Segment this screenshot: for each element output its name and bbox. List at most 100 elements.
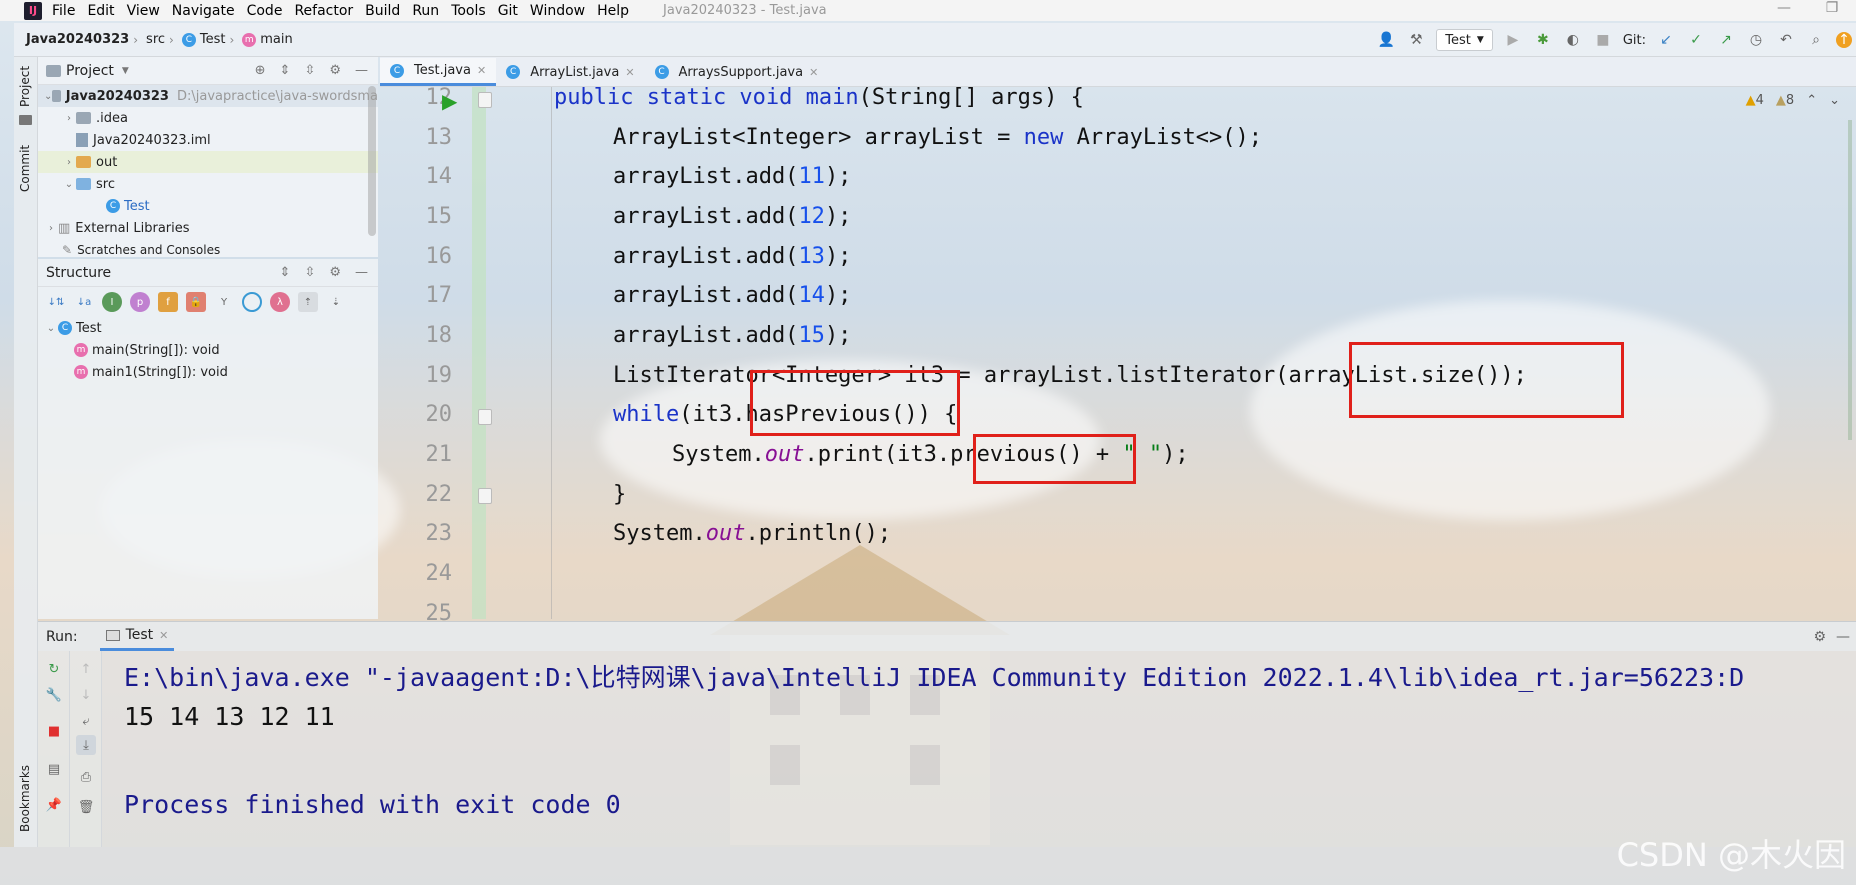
project-strip-tab[interactable]: Project bbox=[18, 66, 32, 107]
menu-edit[interactable]: Edit bbox=[87, 3, 114, 19]
stop-icon[interactable]: ■ bbox=[44, 721, 64, 741]
run-gutter-icon[interactable]: ▶ bbox=[442, 89, 457, 113]
locate-icon[interactable]: ⊕ bbox=[255, 63, 266, 78]
gear-icon[interactable]: ⚙ bbox=[329, 63, 341, 78]
chevron-up-icon[interactable]: ⌃ bbox=[1806, 93, 1817, 108]
warning-count[interactable]: ▲4 bbox=[1746, 93, 1764, 108]
show-anonymous-icon[interactable] bbox=[242, 292, 262, 312]
menu-navigate[interactable]: Navigate bbox=[172, 3, 235, 19]
close-icon[interactable]: ✕ bbox=[809, 66, 818, 79]
autoscroll-from-source-icon[interactable]: ⇣ bbox=[326, 292, 346, 312]
sort-visibility-icon[interactable]: ↓⇅ bbox=[46, 292, 66, 312]
arrow-down-icon[interactable]: ↓ bbox=[76, 685, 96, 705]
rollback-icon[interactable]: ↶ bbox=[1776, 30, 1796, 50]
show-properties-icon[interactable]: p bbox=[130, 292, 150, 312]
hide-icon[interactable]: — bbox=[1836, 629, 1850, 645]
chevron-down-icon[interactable]: ▼ bbox=[122, 66, 129, 76]
autoscroll-to-source-icon[interactable]: ⇡ bbox=[298, 292, 318, 312]
chevron-right-icon[interactable]: › bbox=[44, 223, 58, 234]
expand-all-icon[interactable]: ⇕ bbox=[280, 265, 291, 280]
show-inherited-icon[interactable]: I bbox=[102, 292, 122, 312]
tree-item-test[interactable]: C Test bbox=[38, 195, 378, 217]
hide-icon[interactable]: — bbox=[355, 265, 368, 280]
show-fields-icon[interactable]: f bbox=[158, 292, 178, 312]
menu-run[interactable]: Run bbox=[412, 3, 439, 19]
soft-wrap-icon[interactable]: ⤶ bbox=[76, 711, 96, 731]
structure-item-method[interactable]: m main(String[]): void bbox=[38, 339, 378, 361]
run-config-selector[interactable]: Test ▼ bbox=[1436, 29, 1493, 51]
debug-icon[interactable]: ✱ bbox=[1533, 30, 1553, 50]
vcs-change-marker[interactable] bbox=[472, 87, 486, 619]
tree-item-out[interactable]: › out bbox=[38, 151, 378, 173]
close-icon[interactable]: ✕ bbox=[477, 64, 486, 77]
chevron-down-icon[interactable]: ⌄ bbox=[62, 179, 76, 190]
editor-gutter[interactable]: 12 13 14 15 16 17 18 19 20 21 22 23 24 2… bbox=[380, 85, 480, 626]
collapse-all-icon[interactable]: ⇳ bbox=[304, 63, 315, 78]
editor-scrollbar[interactable] bbox=[1848, 120, 1852, 440]
tab-arraylist-java[interactable]: C ArrayList.java ✕ bbox=[496, 58, 644, 86]
rerun-icon[interactable]: ↻ bbox=[44, 659, 64, 679]
project-panel-title[interactable]: Project bbox=[66, 63, 114, 79]
hide-icon[interactable]: — bbox=[355, 63, 368, 78]
project-scrollbar[interactable] bbox=[368, 86, 376, 236]
history-icon[interactable]: ◷ bbox=[1746, 30, 1766, 50]
breadcrumb-src[interactable]: src bbox=[146, 32, 165, 47]
chevron-down-icon[interactable]: ⌄ bbox=[44, 91, 52, 102]
collapse-all-icon[interactable]: ⇳ bbox=[304, 265, 315, 280]
restore-icon[interactable]: ❐ bbox=[1808, 0, 1856, 21]
coverage-icon[interactable]: ◐ bbox=[1563, 30, 1583, 50]
print-icon[interactable]: ⎙ bbox=[76, 767, 96, 787]
run-icon[interactable]: ▶ bbox=[1503, 30, 1523, 50]
update-icon[interactable]: ↑ bbox=[1836, 32, 1852, 48]
menu-window[interactable]: Window bbox=[530, 3, 585, 19]
structure-item-method[interactable]: m main1(String[]): void bbox=[38, 361, 378, 383]
menu-git[interactable]: Git bbox=[498, 3, 518, 19]
console-output[interactable]: E:\bin\java.exe "-javaagent:D:\比特网课\java… bbox=[102, 651, 1856, 847]
tree-item-src[interactable]: ⌄ src bbox=[38, 173, 378, 195]
code-editor[interactable]: public static void main(String[] args) {… bbox=[486, 85, 1856, 619]
chevron-right-icon[interactable]: › bbox=[62, 113, 76, 124]
menu-help[interactable]: Help bbox=[597, 3, 629, 19]
sort-alpha-icon[interactable]: ↓a bbox=[74, 292, 94, 312]
tree-item-root[interactable]: ⌄ Java20240323 D:\javapractice\java-swor… bbox=[38, 85, 378, 107]
close-icon[interactable]: ✕ bbox=[625, 66, 634, 79]
build-hammer-icon[interactable]: ⚒ bbox=[1406, 30, 1426, 50]
search-icon[interactable]: ⌕ bbox=[1806, 30, 1826, 50]
expand-all-icon[interactable]: ⇕ bbox=[280, 63, 291, 78]
tree-item-iml[interactable]: Java20240323.iml bbox=[38, 129, 378, 151]
menu-view[interactable]: View bbox=[127, 3, 160, 19]
tree-item-external-libraries[interactable]: › ▥ External Libraries bbox=[38, 217, 378, 239]
close-icon[interactable]: ✕ bbox=[159, 629, 168, 642]
user-icon[interactable]: 👤 bbox=[1376, 30, 1396, 50]
show-non-public-icon[interactable]: 🔒 bbox=[186, 292, 206, 312]
tab-test-java[interactable]: C Test.java ✕ bbox=[380, 58, 497, 86]
chevron-down-icon[interactable]: ⌄ bbox=[1829, 93, 1840, 108]
chevron-down-icon[interactable]: ⌄ bbox=[44, 323, 58, 334]
pin-icon[interactable]: 📌 bbox=[44, 795, 64, 815]
gear-icon[interactable]: ⚙ bbox=[329, 265, 341, 280]
breadcrumb-project[interactable]: Java20240323 bbox=[26, 32, 129, 47]
tree-item-scratches[interactable]: ✎ Scratches and Consoles bbox=[38, 239, 378, 261]
scroll-to-end-icon[interactable]: ⤓ bbox=[76, 735, 96, 755]
gear-icon[interactable]: ⚙ bbox=[1813, 629, 1826, 645]
trash-icon[interactable]: 🗑 bbox=[76, 797, 96, 817]
menu-tools[interactable]: Tools bbox=[451, 3, 486, 19]
inspection-widget[interactable]: ▲4 ▲8 ⌃ ⌄ bbox=[1746, 93, 1840, 108]
breadcrumb-method[interactable]: m main bbox=[242, 32, 293, 47]
tab-arrayssupport-java[interactable]: C ArraysSupport.java ✕ bbox=[645, 58, 829, 86]
wrench-icon[interactable]: 🔧 bbox=[44, 685, 64, 705]
minimize-icon[interactable]: — bbox=[1760, 0, 1808, 21]
breadcrumb-class[interactable]: C Test bbox=[181, 32, 225, 47]
stop-icon[interactable]: ■ bbox=[1593, 30, 1613, 50]
menu-code[interactable]: Code bbox=[247, 3, 283, 19]
tab-run-test[interactable]: Test ✕ bbox=[99, 623, 175, 651]
structure-item-class[interactable]: ⌄ C Test bbox=[38, 317, 378, 339]
lambda-icon[interactable]: λ bbox=[270, 292, 290, 312]
git-update-icon[interactable]: ↙ bbox=[1656, 30, 1676, 50]
layout-icon[interactable]: ▤ bbox=[44, 759, 64, 779]
git-push-icon[interactable]: ↗ bbox=[1716, 30, 1736, 50]
commit-strip-tab[interactable]: Commit bbox=[18, 145, 32, 192]
menu-file[interactable]: File bbox=[52, 3, 75, 19]
arrow-up-icon[interactable]: ↑ bbox=[76, 659, 96, 679]
show-lambdas-icon[interactable]: Y bbox=[214, 292, 234, 312]
